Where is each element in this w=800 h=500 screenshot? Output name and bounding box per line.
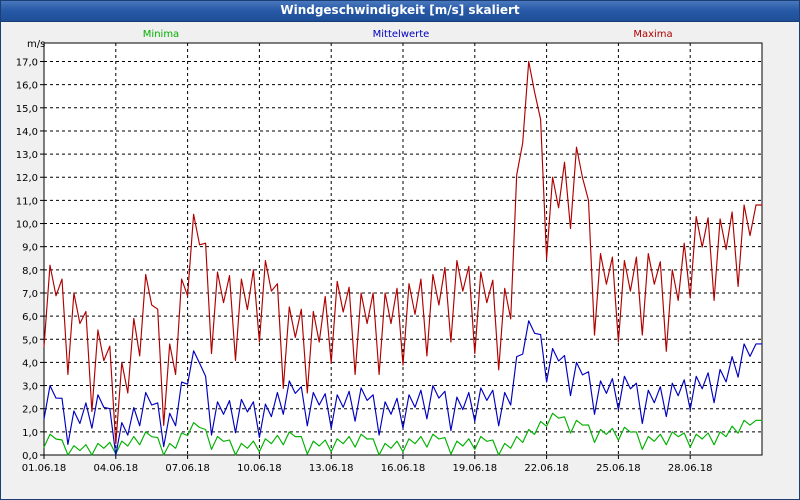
x-tick-label: 25.06.18 (596, 463, 641, 474)
y-tick-label: 9,0 (22, 243, 38, 254)
y-axis-label: m/s (27, 39, 45, 50)
y-tick-label: 11,0 (16, 196, 38, 207)
y-tick-label: 5,0 (22, 335, 38, 346)
window-title: Windgeschwindigkeit [m/s] skaliert (280, 3, 520, 17)
legend-minima: Minima (143, 29, 179, 40)
chart-window: Windgeschwindigkeit [m/s] skaliert 0,0 1,… (0, 0, 800, 500)
y-tick-label: 10,0 (16, 220, 38, 231)
y-tick-label: 6,0 (22, 312, 38, 323)
x-tick-label: 28.06.18 (668, 463, 713, 474)
x-tick-label: 16.06.18 (381, 463, 426, 474)
y-tick-label: 3,0 (22, 382, 38, 393)
y-tick-label: 7,0 (22, 289, 38, 300)
x-tick-label: 10.06.18 (237, 463, 282, 474)
y-tick-label: 2,0 (22, 405, 38, 416)
y-tick-label: 12,0 (16, 173, 38, 184)
y-tick-label: 15,0 (16, 104, 38, 115)
title-bar: Windgeschwindigkeit [m/s] skaliert (1, 1, 799, 22)
y-tick-label: 16,0 (16, 81, 38, 92)
y-tick-label: 14,0 (16, 127, 38, 138)
y-tick-label: 17,0 (16, 58, 38, 69)
y-tick-label: 13,0 (16, 150, 38, 161)
y-tick-label: 0,0 (22, 451, 38, 462)
y-tick-label: 8,0 (22, 266, 38, 277)
x-tick-label: 01.06.18 (22, 463, 67, 474)
x-tick-label: 13.06.18 (309, 463, 354, 474)
x-tick-label: 04.06.18 (94, 463, 139, 474)
y-tick-label: 1,0 (22, 428, 38, 439)
x-tick-label: 07.06.18 (165, 463, 210, 474)
legend-mittelwerte: Mittelwerte (373, 29, 430, 40)
legend-maxima: Maxima (633, 29, 672, 40)
x-tick-label: 22.06.18 (524, 463, 569, 474)
x-tick-label: 19.06.18 (453, 463, 498, 474)
wind-speed-chart: 0,0 1,0 2,0 3,0 4,0 5,0 6,0 7,0 8,0 9,0 10,0 11,0 12… (16, 29, 763, 474)
y-tick-label: 4,0 (22, 358, 38, 369)
